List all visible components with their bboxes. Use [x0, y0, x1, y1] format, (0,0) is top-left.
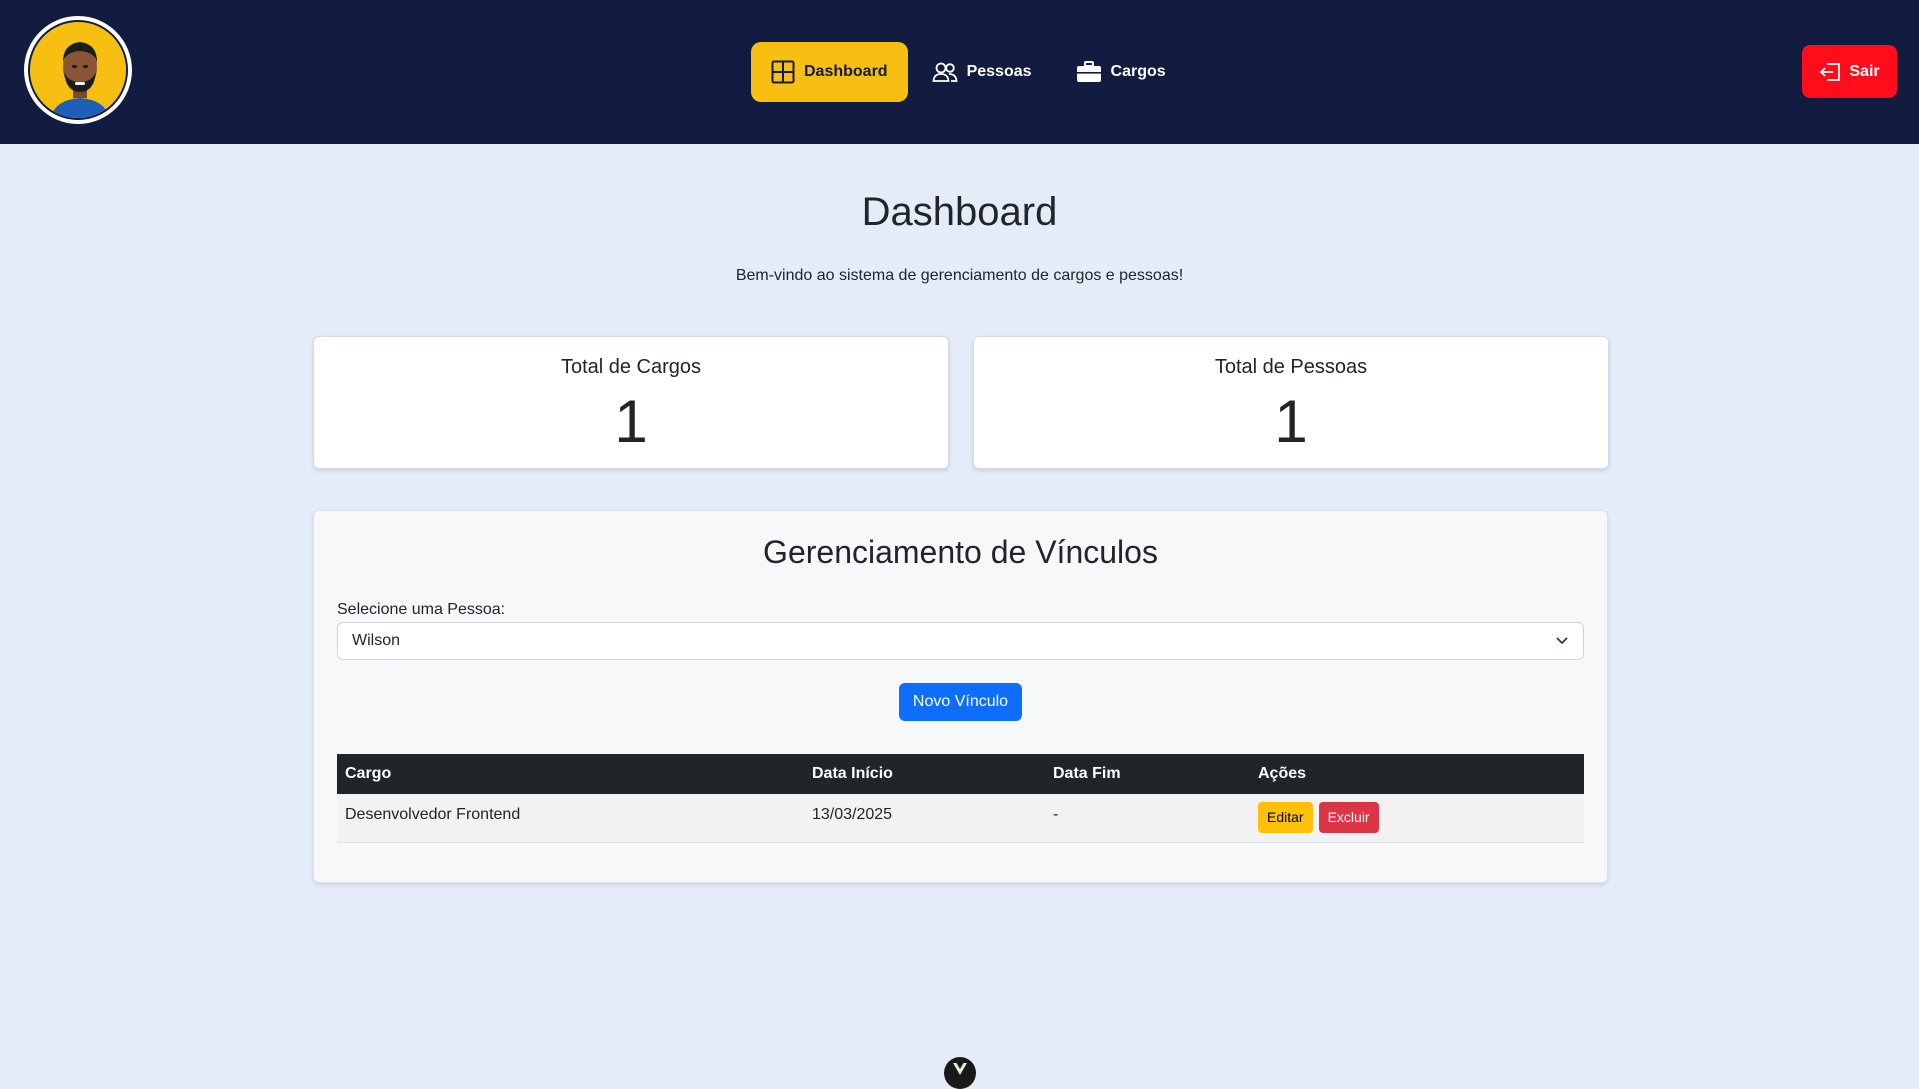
cell-cargo: Desenvolvedor Frontend	[337, 794, 804, 843]
person-select[interactable]: Wilson	[337, 622, 1584, 660]
logout-label: Sair	[1849, 62, 1880, 80]
cell-acoes: Editar Excluir	[1250, 794, 1584, 843]
panel-title: Gerenciamento de Vínculos	[763, 534, 1158, 570]
chevron-down-icon	[1556, 637, 1568, 645]
vinculos-table: Cargo Data Início Data Fim Ações Desenvo…	[337, 754, 1584, 843]
stat-card-pessoas: Total de Pessoas 1	[973, 336, 1609, 469]
person-select-value: Wilson	[352, 632, 401, 649]
table-header-row: Cargo Data Início Data Fim Ações	[337, 754, 1584, 794]
column-header-data-inicio: Data Início	[804, 754, 1045, 794]
stat-value: 1	[1274, 388, 1308, 455]
table-row: Desenvolvedor Frontend 13/03/2025 - Edit…	[337, 794, 1584, 843]
cell-data-inicio: 13/03/2025	[804, 794, 1045, 843]
new-vinculo-button[interactable]: Novo Vínculo	[899, 683, 1022, 721]
logout-button[interactable]: Sair	[1802, 45, 1897, 98]
v-logo-icon	[953, 1063, 967, 1075]
avatar[interactable]	[24, 16, 132, 124]
page-subtitle: Bem-vindo ao sistema de gerenciamento de…	[735, 267, 1184, 284]
logout-icon	[1820, 62, 1841, 81]
stat-card-cargos: Total de Cargos 1	[313, 336, 949, 469]
main-nav: Dashboard Pessoas Cargos	[751, 42, 1186, 102]
people-icon	[932, 62, 958, 82]
user-avatar-icon	[30, 22, 126, 118]
avatar-image	[28, 20, 128, 120]
vue-devtools-icon[interactable]	[944, 1057, 976, 1089]
edit-button[interactable]: Editar	[1258, 802, 1313, 833]
vinculos-panel: Gerenciamento de Vínculos Selecione uma …	[313, 510, 1608, 883]
stat-label: Total de Pessoas	[1214, 356, 1368, 378]
stat-value: 1	[614, 388, 648, 455]
nav-item-label: Cargos	[1110, 63, 1166, 80]
grid-icon	[771, 60, 795, 84]
cell-data-fim: -	[1045, 794, 1250, 843]
column-header-cargo: Cargo	[337, 754, 804, 794]
navbar: Dashboard Pessoas Cargos Sair	[0, 0, 1919, 144]
nav-item-dashboard[interactable]: Dashboard	[751, 42, 908, 102]
nav-item-label: Pessoas	[966, 63, 1032, 80]
column-header-acoes: Ações	[1250, 754, 1584, 794]
nav-item-label: Dashboard	[804, 63, 888, 80]
column-header-data-fim: Data Fim	[1045, 754, 1250, 794]
delete-button[interactable]: Excluir	[1318, 802, 1379, 833]
stat-label: Total de Cargos	[560, 356, 702, 378]
page-title: Dashboard	[861, 190, 1058, 234]
briefcase-icon	[1076, 61, 1101, 82]
nav-item-pessoas[interactable]: Pessoas	[912, 42, 1052, 102]
nav-item-cargos[interactable]: Cargos	[1056, 42, 1186, 102]
person-select-label: Selecione uma Pessoa:	[337, 601, 506, 618]
